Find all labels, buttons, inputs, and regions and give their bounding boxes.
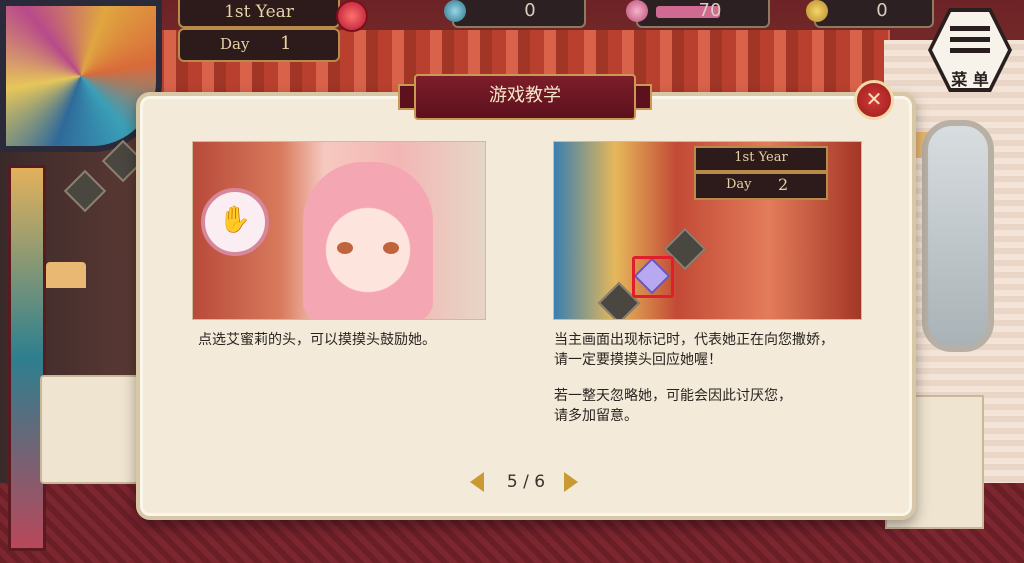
mini-day-label: Day — [726, 177, 752, 192]
mini-day-plate: Day 2 — [694, 172, 828, 200]
wall-lamp-left — [46, 262, 86, 288]
close-button[interactable]: ✕ — [854, 80, 894, 120]
year-text: 1st Year — [224, 2, 294, 22]
nightstand — [40, 375, 139, 484]
alert-highlight-frame — [632, 256, 674, 298]
tutorial-image-pat-head: ✋ — [192, 141, 486, 320]
resource-3-value: 0 — [876, 0, 888, 21]
pat-hand-icon: ✋ — [201, 188, 269, 256]
left-caption: 点选艾蜜莉的头，可以摸摸头鼓励她。 — [198, 332, 436, 348]
day-plate: Day 1 — [178, 28, 340, 62]
day-value: 1 — [280, 33, 292, 54]
close-icon: ✕ — [865, 87, 883, 111]
mini-year-plate: 1st Year — [694, 146, 828, 172]
heart-icon — [626, 0, 648, 22]
eye — [337, 242, 353, 254]
prev-page-arrow-icon[interactable] — [470, 472, 484, 492]
resource-2-value: 70 — [698, 0, 722, 21]
top-hud: 1st Year Day 1 0 70 0 — [0, 0, 1024, 62]
hamburger-icon — [950, 26, 990, 59]
rose-icon — [336, 0, 368, 32]
character-emily — [303, 162, 433, 319]
stained-glass-frame — [8, 165, 46, 551]
tutorial-image-alert-marker: 1st Year Day 2 — [553, 141, 862, 320]
pager: 5 / 6 — [470, 470, 582, 496]
dialog-title: 游戏教学 — [398, 74, 652, 120]
mini-day-value: 2 — [778, 175, 789, 194]
right-caption-line-3: 若一整天忽略她，可能会因此讨厌您， — [554, 388, 792, 404]
resource-1-value: 0 — [524, 0, 536, 21]
coin-icon — [806, 0, 828, 22]
wall-mirror — [922, 120, 994, 352]
eye — [383, 242, 399, 254]
crystal-icon — [444, 0, 466, 22]
next-page-arrow-icon[interactable] — [564, 472, 578, 492]
right-caption-line-2: 请一定要摸摸头回应她喔！ — [554, 352, 722, 368]
day-label: Day — [220, 35, 250, 53]
right-caption-line-1: 当主画面出现标记时，代表她正在向您撒娇， — [554, 332, 834, 348]
right-caption-line-4: 请多加留意。 — [554, 408, 638, 424]
page-indicator: 5 / 6 — [506, 472, 546, 492]
mini-year-text: 1st Year — [734, 150, 788, 165]
year-plate: 1st Year — [178, 0, 340, 28]
